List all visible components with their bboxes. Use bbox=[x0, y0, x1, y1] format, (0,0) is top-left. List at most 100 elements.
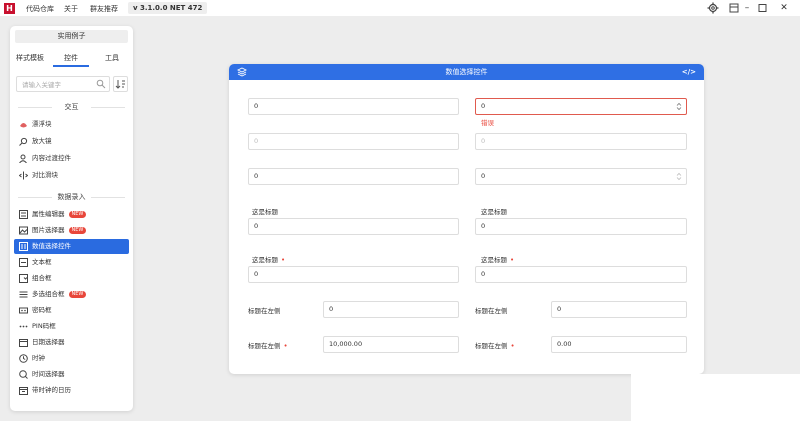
sidebar-item-textbox[interactable]: 文本框 bbox=[14, 255, 129, 270]
numeric-value: 0 bbox=[557, 305, 562, 313]
sidebar-item-label: 图片选择器 bbox=[32, 226, 65, 234]
sidebar-item-time-picker[interactable]: 时间选择器 bbox=[14, 367, 129, 382]
field-title: 标题在左侧 bbox=[248, 342, 281, 350]
field-title: 标题在左侧 bbox=[475, 342, 508, 350]
numeric-input-disabled-left: 0 bbox=[248, 133, 459, 150]
app-logo: H bbox=[4, 3, 15, 14]
numeric-value: 10,000.00 bbox=[329, 340, 363, 348]
panel-header: 数值选择控件 </> bbox=[229, 64, 704, 80]
numeric-value: 0 bbox=[254, 102, 259, 110]
numeric-input-required-left[interactable]: 0 bbox=[248, 266, 459, 283]
numeric-input-row3-left[interactable]: 0 bbox=[248, 168, 459, 185]
numeric-input-required-right[interactable]: 0 bbox=[475, 266, 687, 283]
sidebar-item-magnifier[interactable]: 放大镜 bbox=[14, 134, 129, 149]
sidebar-item-content-transition[interactable]: 内容过渡控件 bbox=[14, 151, 129, 166]
sidebar-title-button[interactable]: 实用例子 bbox=[15, 30, 128, 43]
field-title: 这是标题 bbox=[252, 208, 278, 216]
sidebar-item-property-editor[interactable]: 属性编辑器 NEW bbox=[14, 207, 129, 222]
sidebar-item-label: 时间选择器 bbox=[32, 370, 65, 378]
sidebar-item-floating-block[interactable]: 漂浮块 bbox=[14, 117, 129, 132]
sidebar-item-label: 日期选择器 bbox=[32, 338, 65, 346]
sort-icon[interactable] bbox=[113, 76, 128, 92]
sidebar-item-calendar-with-clock[interactable]: 带时钟的日历 bbox=[14, 383, 129, 398]
sidebar-item-date-picker[interactable]: 日期选择器 bbox=[14, 335, 129, 350]
numeric-input-titled-left[interactable]: 0 bbox=[248, 218, 459, 235]
sidebar-item-pin[interactable]: PIN码框 bbox=[14, 319, 129, 334]
numeric-value: 0 bbox=[254, 172, 259, 180]
field-title: 标题在左侧 bbox=[475, 307, 508, 315]
sidebar-item-label: 密码框 bbox=[32, 306, 52, 314]
user-transition-icon bbox=[19, 154, 27, 163]
error-message: 错误 bbox=[481, 119, 494, 127]
search-placeholder: 请输入关键字 bbox=[22, 81, 61, 89]
pin-icon bbox=[19, 325, 28, 328]
sidebar-item-label: 组合框 bbox=[32, 274, 52, 282]
combobox-icon bbox=[19, 274, 28, 283]
time-picker-icon bbox=[19, 370, 28, 379]
minimize-icon[interactable]: – bbox=[740, 2, 754, 14]
property-icon bbox=[19, 210, 28, 219]
required-mark: • bbox=[510, 256, 515, 264]
sidebar-item-compare-slider[interactable]: 对比滑块 bbox=[14, 168, 129, 183]
tab-tools[interactable]: 工具 bbox=[94, 51, 130, 65]
layers-icon bbox=[237, 67, 247, 77]
sidebar-item-label: 内容过渡控件 bbox=[32, 154, 71, 162]
spinner-arrows-icon[interactable] bbox=[676, 102, 682, 111]
password-icon bbox=[19, 307, 28, 314]
numeric-input-error[interactable]: 0 bbox=[475, 98, 687, 115]
new-badge: NEW bbox=[68, 227, 87, 234]
numeric-value: 0 bbox=[254, 137, 259, 145]
code-icon[interactable]: </> bbox=[682, 64, 696, 80]
palette-icon[interactable] bbox=[727, 2, 741, 14]
numeric-value: 0 bbox=[481, 222, 486, 230]
sidebar-item-multi-combobox[interactable]: 多选组合框 NEW bbox=[14, 287, 129, 302]
field-title: 这是标题 bbox=[252, 256, 278, 264]
panel-title: 数值选择控件 bbox=[445, 68, 488, 76]
new-badge: NEW bbox=[68, 211, 87, 218]
search-input[interactable]: 请输入关键字 bbox=[16, 76, 110, 92]
sidebar-item-label: 多选组合框 bbox=[32, 290, 65, 298]
sidebar-item-image-selector[interactable]: 图片选择器 NEW bbox=[14, 223, 129, 238]
background-patch bbox=[631, 374, 800, 421]
gear-icon[interactable] bbox=[707, 2, 719, 14]
sidebar-item-label: 放大镜 bbox=[32, 137, 52, 145]
sidebar-item-combobox[interactable]: 组合框 bbox=[14, 271, 129, 286]
numeric-input-left-title-right[interactable]: 0 bbox=[551, 301, 687, 318]
sidebar-tabs: 样式模板 控件 工具 bbox=[10, 51, 133, 67]
clock-icon bbox=[19, 354, 28, 363]
sidebar-item-clock[interactable]: 时钟 bbox=[14, 351, 129, 366]
tab-controls[interactable]: 控件 bbox=[53, 51, 89, 67]
field-title-required: 标题在左侧 • bbox=[248, 340, 288, 350]
sidebar-item-password[interactable]: 密码框 bbox=[14, 303, 129, 318]
field-title: 这是标题 bbox=[481, 256, 507, 264]
textbox-icon bbox=[19, 258, 28, 267]
sidebar-item-label: 数值选择控件 bbox=[32, 242, 71, 250]
sidebar-item-numeric-selector[interactable]: 数值选择控件 bbox=[14, 239, 129, 254]
sidebar: 实用例子 样式模板 控件 工具 请输入关键字 交互 漂浮块 放大镜 内容过渡控件… bbox=[10, 26, 133, 411]
tab-style-templates[interactable]: 样式模板 bbox=[12, 51, 48, 65]
menu-about[interactable]: 关于 bbox=[64, 4, 78, 14]
search-icon bbox=[96, 79, 106, 89]
multi-combobox-icon bbox=[19, 291, 28, 298]
required-mark: • bbox=[510, 342, 515, 350]
numeric-demo-panel: 数值选择控件 </> 0 0 错误 0 0 0 0 这是标题 0 这是标题 0 … bbox=[229, 64, 704, 374]
menu-recommend[interactable]: 群友推荐 bbox=[90, 4, 118, 14]
menu-code-repo[interactable]: 代码仓库 bbox=[26, 4, 54, 14]
maximize-icon[interactable] bbox=[755, 2, 769, 14]
required-mark: • bbox=[283, 342, 288, 350]
numeric-input-left-title-left[interactable]: 0 bbox=[323, 301, 459, 318]
numeric-input-titled-right[interactable]: 0 bbox=[475, 218, 687, 235]
numeric-value: 0.00 bbox=[557, 340, 572, 348]
spinner-arrows-icon[interactable] bbox=[676, 172, 682, 181]
numeric-input-row3-right[interactable]: 0 bbox=[475, 168, 687, 185]
numeric-input-formatted-right[interactable]: 0.00 bbox=[551, 336, 687, 353]
numeric-input-basic[interactable]: 0 bbox=[248, 98, 459, 115]
field-title-required: 标题在左侧 • bbox=[475, 340, 515, 350]
version-badge: v 3.1.0.0 NET 472 bbox=[128, 2, 208, 14]
required-mark: • bbox=[281, 256, 286, 264]
new-badge: NEW bbox=[68, 291, 87, 298]
numeric-value: 0 bbox=[254, 270, 259, 278]
field-title: 标题在左侧 bbox=[248, 307, 281, 315]
numeric-input-formatted-left[interactable]: 10,000.00 bbox=[323, 336, 459, 353]
close-icon[interactable]: ✕ bbox=[777, 2, 791, 14]
